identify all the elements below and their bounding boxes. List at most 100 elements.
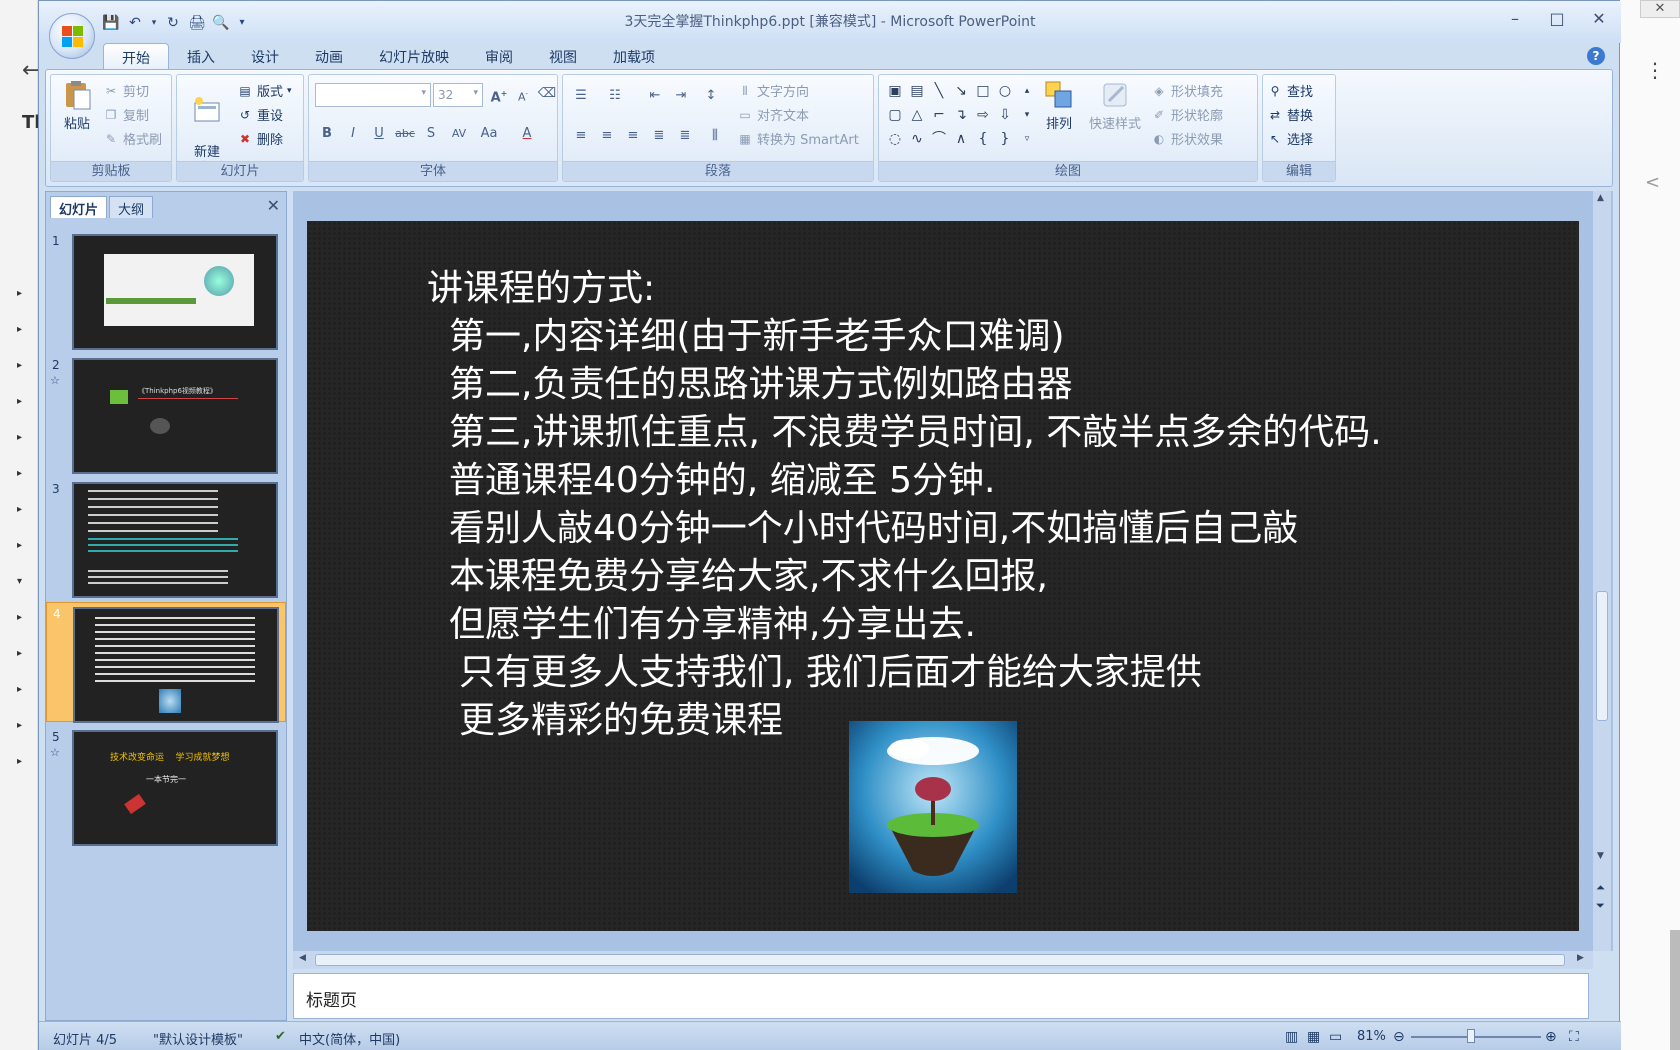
slide-thumbnail-4[interactable]: 4	[46, 602, 286, 723]
strikethrough-icon[interactable]: abc	[393, 123, 417, 145]
layout-button[interactable]: ▤ 版式 ▾	[237, 81, 291, 101]
gallery-up-icon[interactable]: ▴	[1017, 81, 1037, 101]
zoom-in-icon[interactable]: ⊕	[1545, 1029, 1557, 1045]
minimize-button[interactable]: –	[1503, 9, 1527, 28]
zoom-slider[interactable]	[1411, 1036, 1541, 1038]
help-icon[interactable]: ?	[1587, 47, 1605, 65]
scroll-right-icon[interactable]: ▶	[1577, 953, 1584, 963]
fit-to-window-icon[interactable]: ⛶	[1569, 1029, 1579, 1045]
paste-button[interactable]: 粘贴	[55, 79, 99, 132]
tree-expand-icon[interactable]: ▸	[17, 648, 22, 659]
current-slide[interactable]: 讲课程的方式: 第一,内容详细(由于新手老手众口难调) 第二,负责任的思路讲课方…	[307, 221, 1579, 931]
decrease-indent-icon[interactable]: ⇤	[643, 85, 667, 107]
gallery-down-icon[interactable]: ▾	[1017, 105, 1037, 125]
right-brace-shape-icon[interactable]: }	[995, 129, 1015, 149]
shape-gallery[interactable]: ▣ ▤ ╲ ↘ □ ○ ▴ ▢ △ ⌐ ↴ ⇨ ⇩ ▾ ◌ ∿ ⌒ ∧{} ▿	[885, 81, 1035, 149]
align-text-button[interactable]: ▭ 对齐文本	[737, 105, 809, 125]
increase-indent-icon[interactable]: ⇥	[669, 85, 693, 107]
tree-expand-icon[interactable]: ▸	[17, 720, 22, 731]
convert-smartart-button[interactable]: ▦ 转换为 SmartArt	[737, 129, 858, 149]
delete-slide-button[interactable]: ✖ 删除	[237, 129, 283, 149]
distribute-icon[interactable]: ≣	[673, 125, 697, 147]
arc-shape-icon[interactable]: ⌒	[929, 129, 949, 149]
clear-format-icon[interactable]: ⌫	[535, 83, 559, 105]
replace-button[interactable]: ⇄ 替换	[1267, 105, 1313, 125]
spellcheck-icon[interactable]: ✔	[275, 1029, 286, 1044]
vertical-scrollbar[interactable]: ▲ ▼ ⏶ ⏷	[1593, 191, 1611, 951]
gallery-more-icon[interactable]: ▿	[1017, 129, 1037, 149]
select-button[interactable]: ↖ 选择	[1267, 129, 1313, 149]
right-arrow-shape-icon[interactable]: ⇨	[973, 105, 993, 125]
shape-fill-button[interactable]: ◈ 形状填充	[1151, 81, 1223, 101]
office-button[interactable]	[49, 13, 95, 59]
zoom-slider-knob[interactable]	[1467, 1029, 1475, 1043]
bullets-icon[interactable]: ☰	[569, 85, 593, 107]
tab-insert[interactable]: 插入	[169, 43, 233, 69]
theme-name[interactable]: "默认设计模板"	[153, 1029, 243, 1048]
share-icon[interactable]: <	[1645, 172, 1660, 193]
background-scrollbar[interactable]	[1670, 930, 1680, 1050]
justify-icon[interactable]: ≣	[647, 125, 671, 147]
tab-slideshow[interactable]: 幻灯片放映	[361, 43, 467, 69]
align-right-icon[interactable]: ≡	[621, 125, 645, 147]
numbering-icon[interactable]: ☷	[603, 85, 627, 107]
horizontal-scroll-thumb[interactable]	[315, 954, 1565, 966]
tree-expand-icon[interactable]: ▸	[17, 468, 22, 479]
tab-addins[interactable]: 加载项	[595, 43, 673, 69]
normal-view-icon[interactable]: ▥	[1285, 1029, 1298, 1045]
copy-button[interactable]: ❐ 复制	[103, 105, 149, 125]
maximize-button[interactable]: □	[1545, 9, 1569, 28]
slide-thumbnail-1[interactable]: 1	[46, 230, 286, 350]
vertical-scroll-thumb[interactable]	[1596, 591, 1608, 721]
textbox-shape-icon[interactable]: ▣	[885, 81, 905, 101]
change-case-icon[interactable]: Aa	[477, 123, 501, 145]
line-spacing-icon[interactable]: ↕	[699, 85, 723, 107]
slide-sorter-icon[interactable]: ▦	[1307, 1029, 1320, 1045]
tree-expand-icon[interactable]: ▸	[17, 612, 22, 623]
scroll-left-icon[interactable]: ◀	[299, 953, 306, 963]
shrink-font-icon[interactable]: A-	[511, 83, 535, 105]
tree-expand-icon[interactable]: ▸	[17, 756, 22, 767]
rounded-rect-shape-icon[interactable]: ▢	[885, 105, 905, 125]
down-arrow-shape-icon[interactable]: ⇩	[995, 105, 1015, 125]
tree-expand-icon[interactable]: ▸	[17, 288, 22, 299]
slide-thumbnail-3[interactable]: 3	[46, 478, 286, 598]
italic-icon[interactable]: I	[341, 123, 365, 145]
tree-expand-icon[interactable]: ▸	[17, 360, 22, 371]
arrow-line-shape-icon[interactable]: ↘	[951, 81, 971, 101]
tab-home[interactable]: 开始	[103, 43, 169, 69]
scroll-down-icon[interactable]: ▼	[1597, 851, 1604, 861]
tab-design[interactable]: 设计	[233, 43, 297, 69]
find-button[interactable]: ⚲ 查找	[1267, 81, 1313, 101]
triangle-shape-icon[interactable]: △	[907, 105, 927, 125]
bold-icon[interactable]: B	[315, 123, 339, 145]
slide-thumbnail-5[interactable]: 5 ☆ 技术改变命运 学习成就梦想 一本节完一	[46, 726, 286, 846]
slideshow-view-icon[interactable]: ▭	[1329, 1029, 1342, 1045]
language-indicator[interactable]: 中文(简体，中国)	[299, 1029, 400, 1048]
notes-pane[interactable]: 标题页	[293, 973, 1589, 1019]
align-center-icon[interactable]: ≡	[595, 125, 619, 147]
panel-close-icon[interactable]: ✕	[267, 196, 280, 215]
tree-expand-icon[interactable]: ▸	[17, 432, 22, 443]
zoom-out-icon[interactable]: ⊖	[1393, 1029, 1405, 1045]
tree-expand-icon[interactable]: ▸	[17, 396, 22, 407]
floating-island-image[interactable]	[849, 721, 1017, 893]
text-direction-button[interactable]: ⫴ 文字方向	[737, 81, 809, 101]
shape-effects-button[interactable]: ◐ 形状效果	[1151, 129, 1223, 149]
elbow-arrow-shape-icon[interactable]: ↴	[951, 105, 971, 125]
shape-outline-button[interactable]: ✐ 形状轮廓	[1151, 105, 1223, 125]
previous-slide-icon[interactable]: ⏶	[1596, 881, 1605, 895]
font-color-icon[interactable]: A	[515, 123, 539, 145]
font-size-combo[interactable]: 32 ▾	[433, 83, 483, 107]
next-slide-icon[interactable]: ⏷	[1596, 899, 1605, 913]
tree-expand-icon[interactable]: ▸	[17, 684, 22, 695]
line-shape-icon[interactable]: ╲	[929, 81, 949, 101]
underline-icon[interactable]: U	[367, 123, 391, 145]
arrange-button[interactable]: 排列	[1037, 79, 1081, 132]
font-name-combo[interactable]: ▾	[315, 83, 431, 107]
background-close-icon[interactable]: ✕	[1640, 0, 1680, 18]
scroll-up-icon[interactable]: ▲	[1597, 193, 1604, 203]
tree-expand-icon[interactable]: ▸	[17, 324, 22, 335]
format-painter-button[interactable]: ✎ 格式刷	[103, 129, 162, 149]
vtextbox-shape-icon[interactable]: ▤	[907, 81, 927, 101]
